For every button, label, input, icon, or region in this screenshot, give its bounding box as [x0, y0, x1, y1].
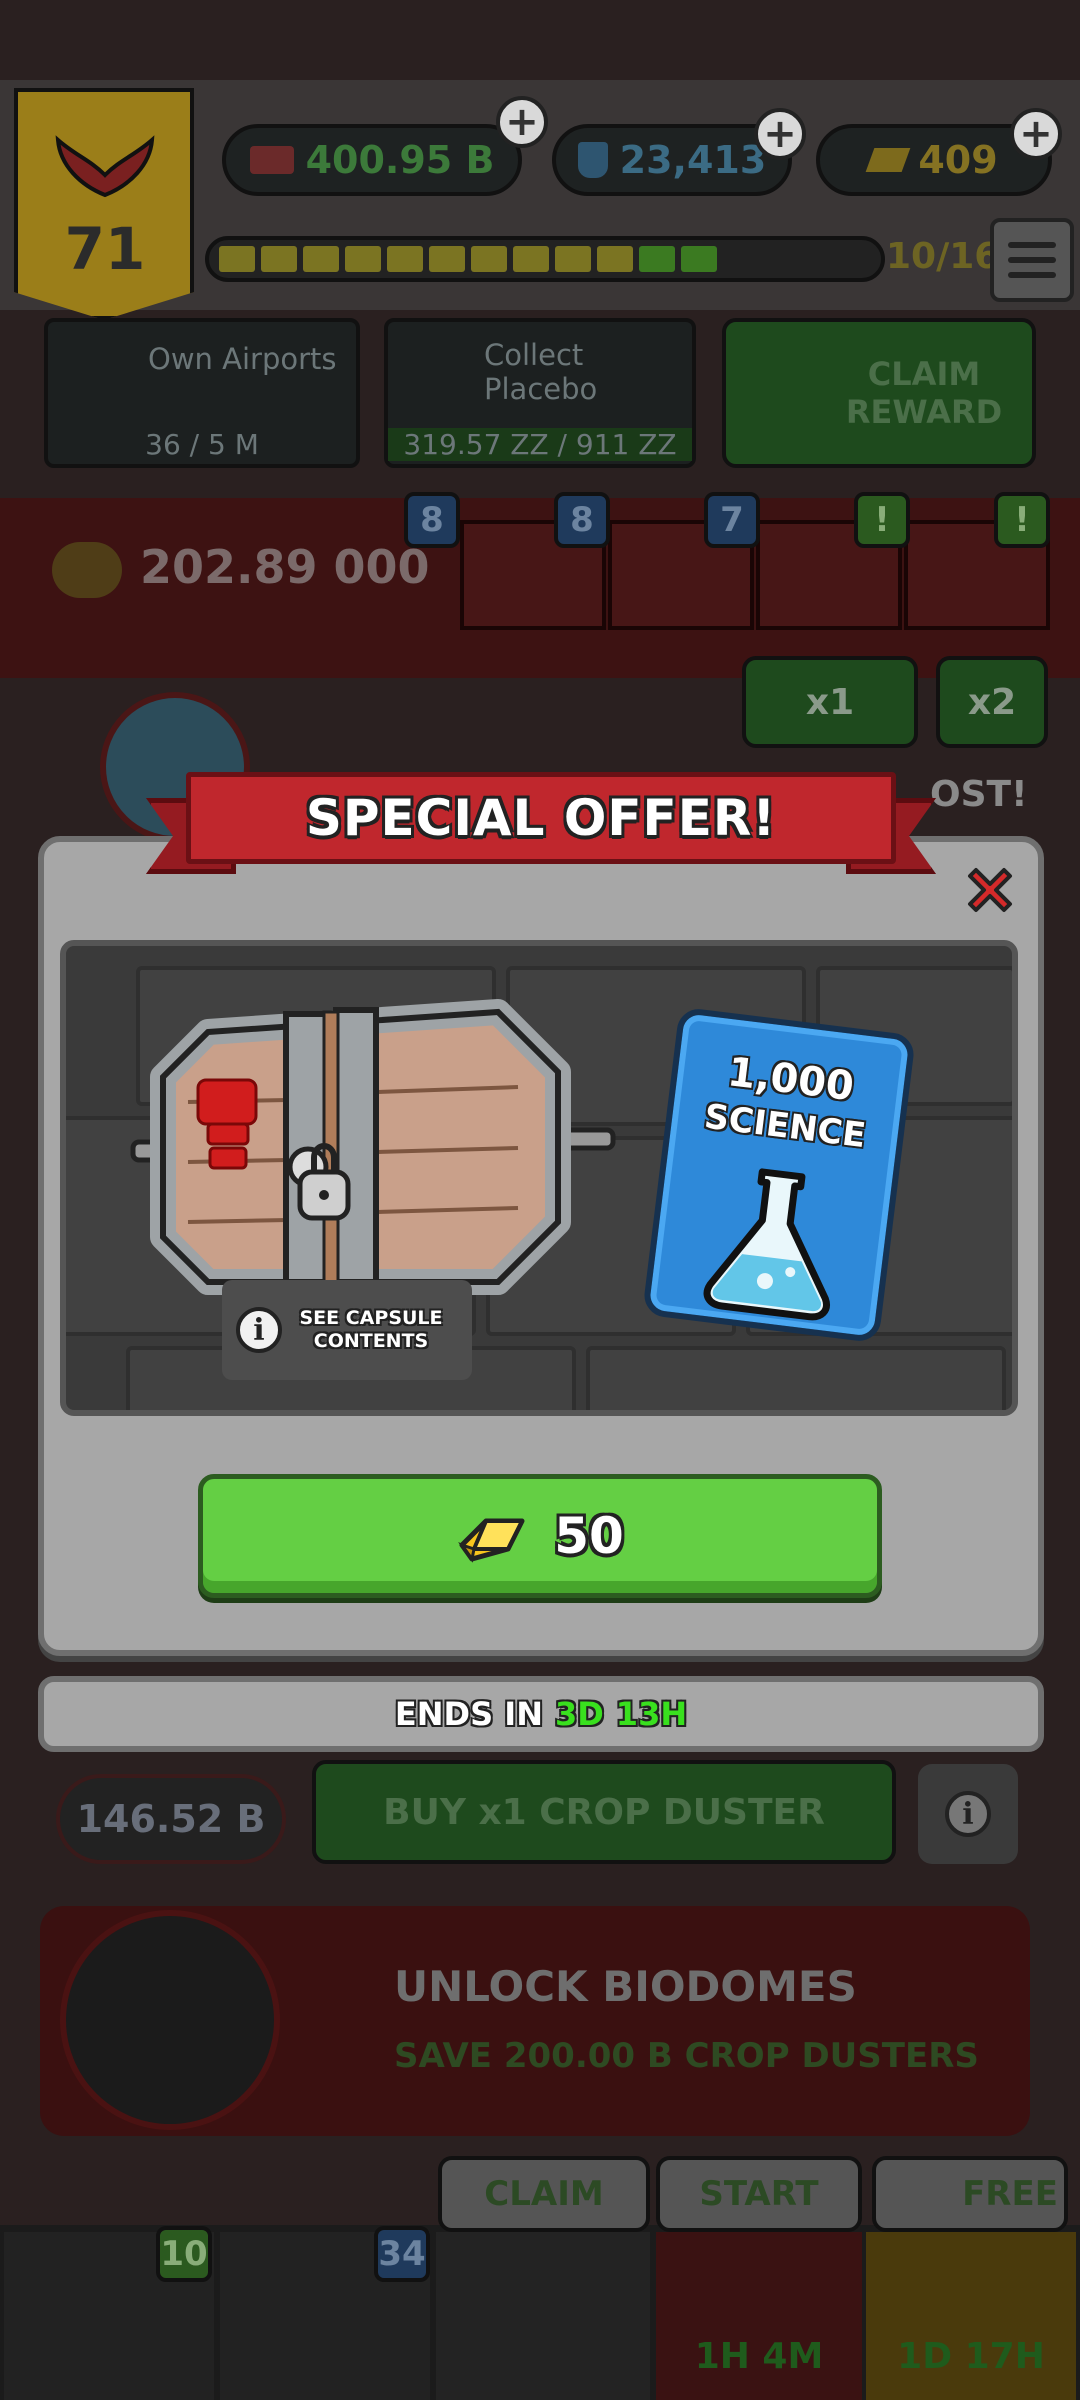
add-cash-button[interactable]: +: [496, 96, 548, 148]
cash-icon: [249, 146, 294, 174]
cash-value: 400.95 B: [305, 138, 495, 182]
goal-card-airports[interactable]: Own Airports 36 / 5 M: [44, 318, 360, 468]
science-value: 23,413: [619, 138, 767, 182]
nav-badge: 34: [374, 2226, 430, 2282]
science-reward-card: 1,000 SCIENCE: [641, 1006, 917, 1344]
progress-count: 10/16: [886, 236, 1000, 277]
science-flask-icon: [703, 1168, 830, 1321]
close-button[interactable]: [956, 856, 1024, 924]
add-gold-button[interactable]: +: [1010, 108, 1062, 160]
lock-icon: [60, 1910, 280, 2130]
flask-icon: [577, 142, 608, 178]
claim-reward-button[interactable]: CLAIM REWARD: [722, 318, 1036, 468]
tab-badge: 8: [554, 492, 610, 548]
claim-tab-button[interactable]: CLAIM: [438, 2156, 650, 2232]
gold-value: 409: [918, 138, 998, 182]
tab-badge: 8: [404, 492, 460, 548]
research-timer: 1H 4M: [694, 2336, 824, 2377]
cash-counter[interactable]: 400.95 B: [222, 124, 522, 196]
multiplier-x1-button[interactable]: x1: [742, 656, 918, 748]
ends-days: 3D: [554, 1695, 604, 1733]
multiplier-x2-button[interactable]: x2: [936, 656, 1048, 748]
close-icon: [968, 868, 1012, 912]
offer-title: SPECIAL OFFER!: [305, 789, 777, 847]
free-tab-button[interactable]: FREE: [872, 2156, 1068, 2232]
offer-timer-bar: ENDS IN 3D 13H: [38, 1676, 1044, 1752]
ends-hours: 13H: [615, 1695, 688, 1733]
shop-timer: 1D 17H: [897, 2336, 1045, 2377]
goal-progress: 36 / 5 M: [145, 428, 259, 461]
goal-progress: 319.57 ZZ / 911 ZZ: [388, 428, 692, 461]
see-capsule-contents-button[interactable]: i SEE CAPSULE CONTENTS: [222, 1280, 472, 1380]
add-science-button[interactable]: +: [754, 108, 806, 160]
gold-bar-icon: [458, 1518, 525, 1563]
see-capsule-contents-label: SEE CAPSULE CONTENTS: [299, 1307, 443, 1352]
unlock-subtitle: SAVE 200.00 B CROP DUSTERS: [394, 2036, 979, 2076]
goal-title: Own Airports: [148, 342, 337, 376]
buy-crop-duster-button[interactable]: BUY x1 CROP DUSTER: [312, 1760, 896, 1864]
tab-badge: !: [994, 492, 1050, 548]
wings-emblem-icon: [55, 135, 155, 198]
offer-title-ribbon: SPECIAL OFFER!: [186, 772, 896, 864]
goal-card-placebo[interactable]: Collect Placebo 319.57 ZZ / 911 ZZ: [384, 318, 696, 468]
nav-tickets-button[interactable]: [436, 2232, 650, 2400]
tab-badge: !: [854, 492, 910, 548]
offer-price: 50: [554, 1507, 624, 1565]
nav-badge: 10: [156, 2226, 212, 2282]
goal-title: Collect Placebo: [484, 338, 598, 406]
level-progress-bar: [205, 236, 885, 282]
price-pill: 146.52 B: [56, 1774, 286, 1864]
gold-bar-icon: [865, 148, 911, 172]
crop-duster-info-button[interactable]: i: [918, 1764, 1018, 1864]
buy-offer-button[interactable]: 50: [198, 1474, 882, 1598]
ends-in-label: ENDS IN: [394, 1695, 543, 1733]
menu-button[interactable]: [990, 218, 1074, 302]
boost-label: OST!: [930, 774, 1028, 815]
info-icon: i: [236, 1307, 282, 1353]
tab-badge: 7: [704, 492, 760, 548]
level-number: 71: [64, 215, 146, 283]
start-tab-button[interactable]: START: [656, 2156, 862, 2232]
potato-icon: [52, 542, 122, 598]
capsule-chest-icon[interactable]: [128, 992, 618, 1302]
resource-amount: 202.89 000: [140, 540, 430, 594]
info-icon: i: [945, 1791, 991, 1837]
unlock-title: UNLOCK BIODOMES: [394, 1962, 857, 2011]
